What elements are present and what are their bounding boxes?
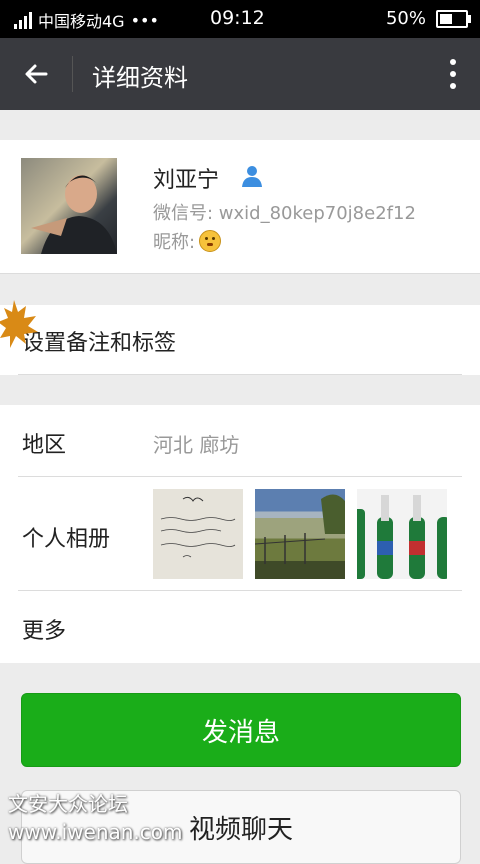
profile-name: 刘亚宁 <box>153 168 220 193</box>
watermark-line1: 文安大众论坛 <box>8 792 128 816</box>
region-value: 河北 廊坊 <box>153 433 240 457</box>
battery-icon <box>436 9 471 28</box>
wechat-id: 微信号: wxid_80kep70j8e2f12 <box>153 203 416 224</box>
more-row[interactable]: 更多 <box>0 591 480 663</box>
remark-row[interactable]: 设置备注和标签 <box>0 305 480 375</box>
arrow-left-icon[interactable] <box>20 58 52 90</box>
battery-text: 50% <box>385 8 426 29</box>
info-card: 地区 河北 廊坊 个人相册 更多 <box>0 405 480 663</box>
send-message-button[interactable]: 发消息 <box>21 693 461 767</box>
nickname-row: 昵称: <box>153 228 222 254</box>
album-photo-bottles <box>357 489 447 579</box>
album-photo-handwriting <box>153 489 243 579</box>
avatar[interactable] <box>21 158 117 254</box>
person-icon <box>242 166 262 187</box>
page-title: 详细资料 <box>92 64 188 92</box>
status-time: 09:12 <box>210 7 265 29</box>
album-photo-landscape <box>254 489 345 579</box>
more-vertical-icon[interactable] <box>450 58 456 90</box>
watermark: 文安大众论坛 www.iwenan.com <box>8 790 183 846</box>
more-label: 更多 <box>22 619 67 644</box>
appbar-divider <box>72 56 73 92</box>
region-label: 地区 <box>22 433 67 458</box>
album-label: 个人相册 <box>22 527 111 552</box>
row-divider <box>18 374 462 375</box>
status-right: 50% <box>385 8 471 29</box>
carrier-text: 中国移动4G <box>38 12 125 31</box>
status-left: 中国移动4G ••• <box>14 8 159 32</box>
app-bar: 详细资料 <box>0 38 480 110</box>
profile-card: 刘亚宁 微信号: wxid_80kep70j8e2f12 昵称: <box>0 140 480 274</box>
carrier-extra: ••• <box>130 10 159 30</box>
nickname-label: 昵称: <box>153 232 196 253</box>
album-row[interactable]: 个人相册 <box>0 477 480 591</box>
battery-fill <box>440 13 452 24</box>
region-row: 地区 河北 廊坊 <box>0 405 480 477</box>
emoji-face-icon <box>199 230 222 252</box>
status-bar: 中国移动4G ••• 09:12 50% <box>0 0 480 38</box>
watermark-line2: www.iwenan.com <box>8 820 183 844</box>
maple-leaf-icon <box>0 300 38 348</box>
signal-icon <box>14 11 32 29</box>
remark-label: 设置备注和标签 <box>22 331 177 356</box>
